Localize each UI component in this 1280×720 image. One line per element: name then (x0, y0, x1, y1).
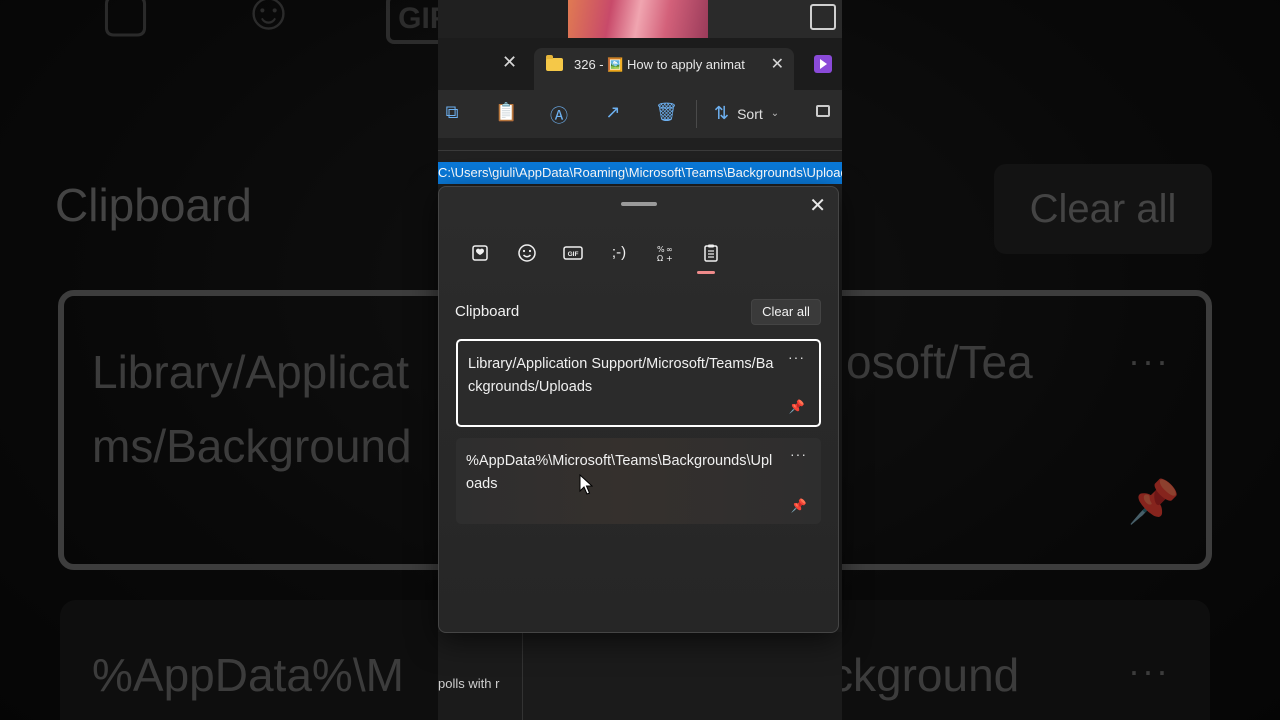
clipboard-flyout: ✕ GIF ;-) % ∞ Ω + Clipboard Clear all Li… (438, 186, 839, 633)
tab-favorites[interactable] (467, 239, 495, 267)
explorer-toolbar: ⧉ 📋 Ⓐ ↗ 🗑 ⇅ Sort ⌄ (438, 90, 842, 138)
favorites-icon (472, 245, 488, 261)
more-options-icon[interactable]: ··· (788, 349, 805, 365)
tab-clipboard-history[interactable] (697, 239, 725, 267)
drag-handle[interactable] (621, 202, 657, 206)
chevron-down-icon: ⌄ (770, 108, 780, 119)
pin-icon[interactable]: 📌 (789, 399, 805, 415)
toolbar-divider (438, 150, 842, 151)
svg-text:∞: ∞ (666, 245, 673, 254)
rename-icon[interactable]: Ⓐ (548, 102, 570, 126)
emoji-icon (518, 244, 536, 262)
folder-icon (546, 55, 563, 71)
active-tab-indicator (697, 271, 715, 274)
paste-icon[interactable]: 📋 (495, 102, 517, 124)
copy-icon[interactable]: ⧉ (441, 102, 463, 124)
share-icon[interactable]: ↗ (602, 102, 624, 124)
wallpaper (568, 0, 842, 38)
grid-icon (810, 4, 836, 30)
address-bar[interactable]: C:\Users\giuli\AppData\Roaming\Microsoft… (438, 162, 842, 184)
tab-gif[interactable]: GIF (559, 239, 587, 267)
file-list-text: polls with r (438, 676, 500, 691)
tab-close-icon[interactable]: ✕ (771, 54, 784, 74)
svg-text:GIF: GIF (568, 251, 579, 258)
explorer-content: polls with r (438, 632, 842, 720)
video-app-icon[interactable] (814, 55, 832, 73)
column-divider (522, 632, 523, 720)
delete-icon[interactable]: 🗑 (655, 102, 678, 124)
close-icon[interactable]: ✕ (809, 193, 826, 218)
close-icon[interactable]: ✕ (502, 52, 517, 73)
clipboard-item-1[interactable]: Library/Application Support/Microsoft/Te… (456, 339, 821, 427)
tab-symbols[interactable]: % ∞ Ω + (651, 239, 679, 267)
tab-emoji[interactable] (513, 239, 541, 267)
wallpaper-image (568, 0, 708, 38)
explorer-tab[interactable]: 326 - 🖼️ How to apply animat ✕ (534, 48, 794, 90)
clear-all-button[interactable]: Clear all (751, 299, 821, 325)
symbols-icon: % ∞ Ω + (657, 245, 673, 263)
explorer-tab-bar: ✕ 326 - 🖼️ How to apply animat ✕ (438, 38, 842, 90)
toolbar-separator (696, 100, 697, 128)
mouse-cursor-icon (579, 474, 593, 495)
sort-label: Sort (737, 105, 763, 122)
clipboard-item-2[interactable]: %AppData%\Microsoft\Teams\Backgrounds\Up… (456, 438, 821, 524)
view-icon[interactable] (816, 105, 830, 117)
kaomoji-icon: ;-) (611, 244, 627, 261)
tab-label: 326 - 🖼️ How to apply animat (574, 57, 745, 72)
svg-text:Ω: Ω (657, 254, 663, 263)
right-dim (842, 0, 1280, 720)
clipboard-item-text: %AppData%\Microsoft\Teams\Backgrounds\Up… (466, 453, 773, 492)
gif-icon: GIF (563, 246, 583, 260)
more-options-icon[interactable]: ··· (790, 446, 807, 462)
left-dim (0, 0, 438, 720)
svg-text:+: + (666, 254, 673, 263)
sort-icon: ⇅ (714, 103, 730, 123)
clipboard-item-text: Library/Application Support/Microsoft/Te… (468, 356, 774, 395)
tab-kaomoji[interactable]: ;-) (605, 239, 633, 267)
sort-button[interactable]: ⇅ Sort ⌄ (714, 103, 779, 124)
clipboard-title: Clipboard (455, 303, 520, 320)
pin-icon[interactable]: 📌 (791, 498, 807, 514)
svg-text:%: % (657, 245, 665, 254)
clipboard-icon (704, 244, 718, 262)
